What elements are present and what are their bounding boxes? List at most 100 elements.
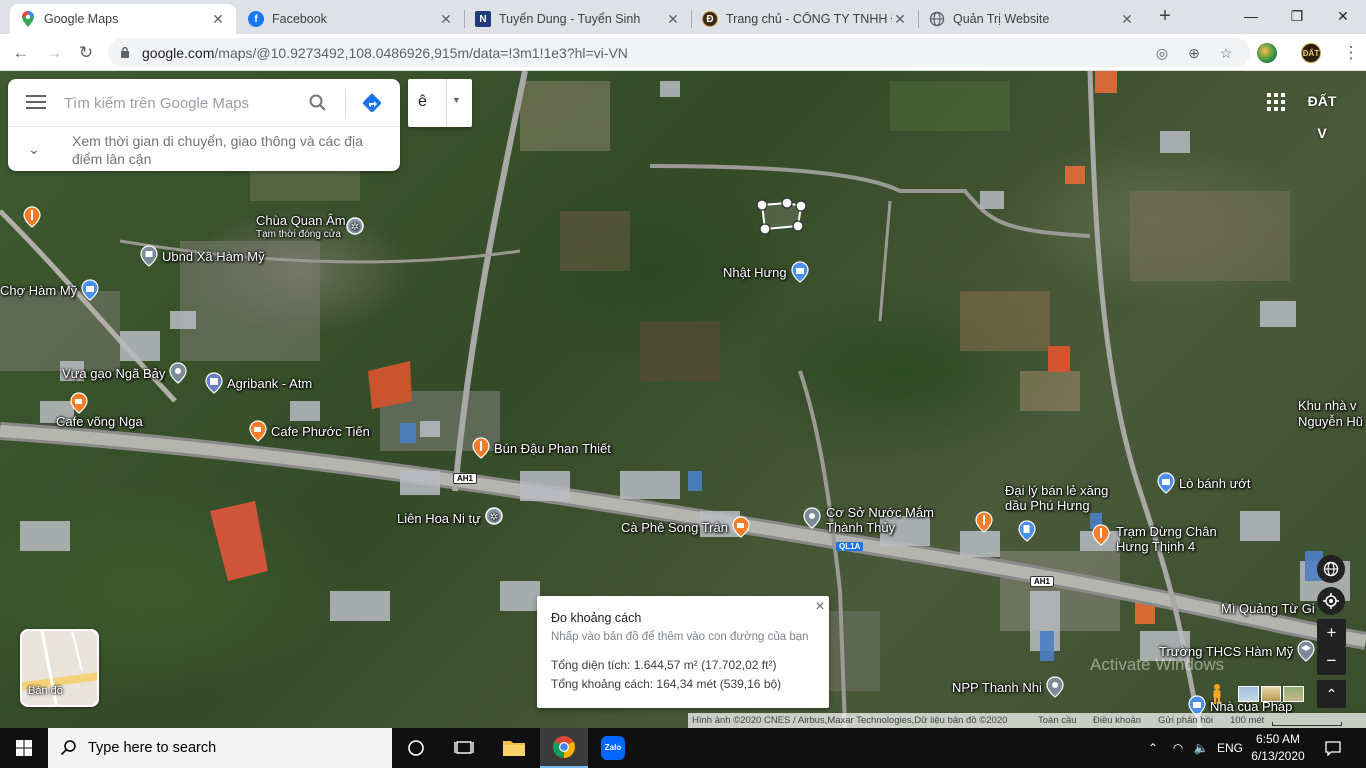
close-icon[interactable]: × (813, 598, 827, 615)
caret-down-icon[interactable]: ▼ (452, 95, 461, 105)
system-clock[interactable]: 6:50 AM 6/13/2020 (1248, 731, 1308, 765)
cafe-pin-icon (249, 420, 267, 442)
global-link[interactable]: Toàn cầu (1038, 715, 1077, 726)
volume-icon[interactable]: 🔈 (1190, 728, 1212, 768)
pegman-icon[interactable] (1208, 683, 1226, 705)
poi-cafe-phuoc-tien[interactable]: Cafe Phước Tiến (249, 420, 370, 442)
minimize-button[interactable]: — (1236, 4, 1266, 28)
tn-logo-icon: N (475, 11, 491, 27)
tab-quan-tri[interactable]: Quản Trị Website ✕ (919, 4, 1145, 34)
file-explorer-button[interactable] (490, 728, 538, 768)
poi-agribank-atm[interactable]: Agribank - Atm (205, 372, 312, 394)
government-pin-icon (140, 245, 158, 267)
search-card: ⌄ Xem thời gian di chuyển, giao thông và… (8, 79, 400, 171)
poi-npp-thanh-nhi[interactable]: NPP Thanh Nhi (952, 676, 1064, 698)
measure-title: Đo khoảng cách (551, 611, 642, 625)
poi-cho-ham-my[interactable]: Chợ Hàm Mỹ (0, 279, 99, 301)
chevron-up-icon[interactable]: ⌃ (1317, 680, 1346, 708)
account-avatar[interactable]: ĐẤT V (1303, 85, 1341, 141)
close-window-button[interactable]: ✕ (1328, 4, 1358, 28)
poi-chua-quan-am[interactable]: Chùa Quan Âm Tạm thời đóng cửa ✲ (256, 214, 364, 242)
tab-trang-chu[interactable]: Đ Trang chủ - CÔNG TY TNHH Đ ✕ (692, 4, 918, 34)
extension-icon[interactable] (1257, 43, 1277, 63)
maps-pin-icon (20, 11, 36, 27)
zoom-out-button[interactable]: − (1317, 647, 1346, 675)
tab-close-icon[interactable]: ✕ (438, 11, 454, 27)
location-icon[interactable]: ◎ (1153, 44, 1171, 62)
input-tools-button[interactable]: ê ▼ (408, 79, 472, 127)
zoom-icon[interactable]: ⊕ (1185, 44, 1203, 62)
facebook-icon: f (248, 11, 264, 27)
feedback-link[interactable]: Gửi phản hồi (1158, 715, 1213, 726)
measure-hint: Nhấp vào bản đồ để thêm vào con đường củ… (551, 631, 809, 643)
poi-bun-dau-phan-thiet[interactable]: Bún Đậu Phan Thiết (472, 437, 611, 459)
profile-avatar[interactable]: ĐẤT (1301, 43, 1321, 63)
network-icon[interactable]: ◠ (1168, 728, 1188, 768)
tab-google-maps[interactable]: Google Maps ✕ (10, 4, 236, 34)
chrome-taskbar-button[interactable] (540, 728, 588, 768)
poi-lien-hoa-ni-tu[interactable]: Liên Hoa Ni tự ✲ (397, 507, 503, 529)
task-view-button[interactable] (440, 728, 488, 768)
forward-button[interactable]: → (41, 40, 67, 66)
notifications-icon[interactable] (1318, 728, 1348, 768)
zoom-in-button[interactable]: + (1317, 619, 1346, 647)
poi-mi-quang[interactable]: Mì Quảng Từ Gi (1221, 601, 1315, 616)
layer-label: Bản đồ (28, 685, 63, 697)
gas-station-pin-icon[interactable] (1018, 520, 1036, 542)
tab-tuyen-dung[interactable]: N Tuyển Dung - Tuyển Sinh ✕ (465, 4, 691, 34)
taskbar-search-input[interactable] (88, 738, 378, 758)
imagery-thumbnails[interactable] (1238, 686, 1305, 702)
cafe-pin-icon (732, 516, 750, 538)
tab-strip: Google Maps ✕ f Facebook ✕ N Tuyển Dung … (0, 0, 1366, 34)
poi-tram-dung-chan[interactable]: Trạm Dừng Chân Hưng Thịnh 4 (1092, 524, 1231, 554)
tray-chevron-icon[interactable]: ⌃ (1144, 728, 1162, 768)
layer-switcher[interactable]: Bản đồ (20, 629, 99, 707)
hamburger-menu-icon[interactable] (26, 95, 46, 111)
back-button[interactable]: ← (8, 40, 34, 66)
start-button[interactable] (0, 728, 48, 768)
globe-view-button[interactable] (1317, 555, 1345, 583)
apps-grid-icon[interactable] (1267, 93, 1285, 111)
reload-button[interactable]: ↻ (73, 40, 99, 66)
restaurant-pin-icon (1092, 524, 1110, 546)
zalo-taskbar-button[interactable]: Zalo (589, 728, 637, 768)
tab-close-icon[interactable]: ✕ (892, 11, 908, 27)
restaurant-pin-icon[interactable] (23, 206, 41, 228)
poi-nhat-hung[interactable]: Nhật Hưng (723, 261, 809, 283)
poi-lo-banh-uot[interactable]: Lò bánh ướt (1157, 472, 1250, 494)
tab-close-icon[interactable]: ✕ (210, 11, 226, 27)
input-tool-key: ê (418, 93, 427, 110)
restore-button[interactable]: ❐ (1282, 4, 1312, 28)
terms-link[interactable]: Điều khoản (1093, 715, 1141, 726)
school-pin-icon (1297, 640, 1315, 662)
my-location-button[interactable] (1317, 587, 1345, 615)
clock-date: 6/13/2020 (1251, 749, 1305, 763)
new-tab-button[interactable]: + (1154, 6, 1176, 28)
poi-vua-gao-nga-bay[interactable]: Vựa gạo Ngã Bảy (62, 362, 187, 384)
place-pin-icon (169, 362, 187, 384)
tab-title: Trang chủ - CÔNG TY TNHH Đ (726, 12, 892, 26)
shopping-pin-icon (81, 279, 99, 301)
poi-cafe-vong-nga[interactable]: Cafe võng Nga (56, 392, 143, 429)
poi-co-so-nuoc-mam[interactable]: Cơ Sở Nước Mắm Thành Thủy (803, 505, 946, 535)
explore-nearby-row[interactable]: ⌄ Xem thời gian di chuyển, giao thông và… (8, 127, 400, 171)
tab-close-icon[interactable]: ✕ (1119, 11, 1135, 27)
poi-xang-dau-phu-hung[interactable]: Đại lý bán lẻ xăng dầu Phú Hưng (975, 483, 1130, 533)
clock-time: 6:50 AM (1255, 732, 1301, 746)
tab-facebook[interactable]: f Facebook ✕ (238, 4, 464, 34)
windows-taskbar: Zalo ⌃ ◠ 🔈 ENG 6:50 AM 6/13/2020 (0, 728, 1366, 768)
menu-kebab-icon[interactable]: ⋮ (1338, 40, 1364, 66)
directions-icon[interactable] (361, 92, 383, 114)
search-icon[interactable] (308, 93, 328, 113)
address-bar[interactable]: google.com/maps/@10.9273492,108.0486926,… (108, 38, 1250, 67)
poi-ubnd-xa-ham-my[interactable]: Ubnd Xã Hàm Mỹ (140, 245, 265, 267)
tab-close-icon[interactable]: ✕ (665, 11, 681, 27)
language-indicator[interactable]: ENG (1214, 728, 1246, 768)
search-input[interactable] (64, 90, 304, 116)
poi-khu-nha[interactable]: Khu nhà v Nguyễn Hũ (1298, 398, 1366, 430)
cortana-button[interactable] (392, 728, 440, 768)
temple-pin-icon: ✲ (485, 507, 503, 525)
taskbar-search[interactable] (48, 728, 392, 768)
poi-ca-phe-song-tran[interactable]: Cà Phê Song Trân (621, 516, 750, 538)
bookmark-star-icon[interactable]: ☆ (1217, 44, 1235, 62)
